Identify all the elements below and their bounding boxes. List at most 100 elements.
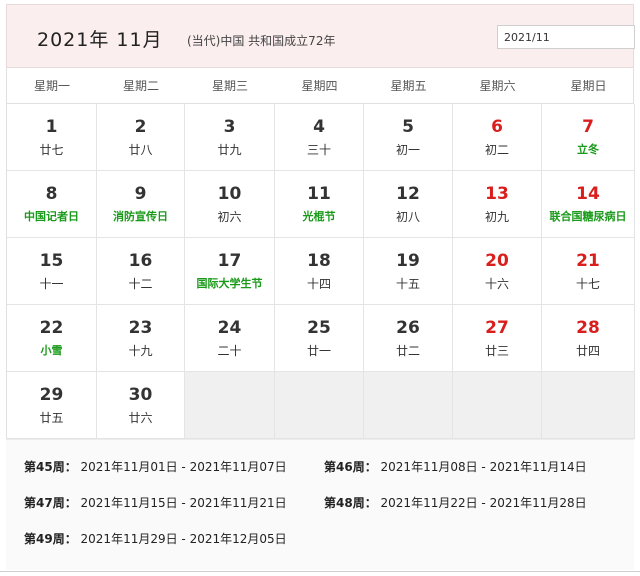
day-cell[interactable]: 18 十四 [275,238,364,305]
empty-day-cell [275,372,364,439]
lunar-date: 十九 [128,344,153,358]
day-cell[interactable]: 2 廿八 [97,104,185,171]
day-number: 7 [582,117,594,137]
empty-day-cell [542,372,635,439]
day-cell[interactable]: 23 十九 [97,305,185,372]
week-row: 第49周： 2021年11月29日 - 2021年12月05日 [24,530,287,547]
day-cell[interactable]: 1 廿七 [7,104,97,171]
solar-term: 立冬 [577,143,599,156]
week-number-label: 第49周： [24,532,77,546]
day-cell[interactable]: 7 立冬 [542,104,635,171]
empty-day-cell [364,372,453,439]
week-number-label: 第46周： [324,460,377,474]
weekday-label: 星期六 [479,79,516,93]
day-cell[interactable]: 26 廿二 [364,305,453,372]
day-number: 28 [576,318,600,338]
lunar-date: 初一 [395,143,420,157]
day-number: 18 [307,251,331,271]
day-grid: 1 廿七 2 廿八 3 廿九 4 三十 5 初一 6 初二 7 立冬 8 中国记者日 9 消防宣传… [6,104,635,439]
day-number: 22 [39,318,64,338]
day-cell[interactable]: 8 中国记者日 [7,171,97,238]
day-number: 12 [396,184,420,204]
day-cell[interactable]: 9 消防宣传日 [97,171,185,238]
day-cell[interactable]: 12 初八 [364,171,453,238]
day-number: 26 [396,318,420,338]
weekday-label: 星期五 [390,79,427,93]
day-cell[interactable]: 25 廿一 [275,305,364,372]
day-number: 6 [491,117,503,137]
week-row: 第48周： 2021年11月22日 - 2021年11月28日 [324,494,587,511]
day-cell[interactable]: 14 联合国糖尿病日 [542,171,635,238]
era-subtitle: (当代)中国 共和国成立72年 [187,34,336,48]
week-summary-panel: 第45周： 2021年11月01日 - 2021年11月07日 第46周： 20… [6,439,634,570]
week-number-label: 第45周： [24,460,77,474]
day-cell[interactable]: 27 廿三 [453,305,542,372]
week-number-label: 第47周： [24,496,77,510]
day-cell[interactable]: 3 廿九 [185,104,275,171]
day-number: 8 [45,184,58,204]
day-number: 4 [313,117,325,137]
day-number: 11 [307,184,331,204]
day-cell[interactable]: 29 廿五 [7,372,97,439]
day-cell[interactable]: 28 廿四 [542,305,635,372]
day-number: 17 [217,251,242,271]
day-number: 25 [307,318,331,338]
day-number: 10 [217,184,242,204]
day-number: 15 [39,251,64,271]
day-cell[interactable]: 11 光棍节 [275,171,364,238]
lunar-date: 十七 [575,277,600,291]
lunar-date: 初二 [484,143,509,157]
day-cell[interactable]: 6 初二 [453,104,542,171]
lunar-date: 初六 [217,210,242,224]
lunar-date: 廿一 [306,344,331,358]
day-cell[interactable]: 15 十一 [7,238,97,305]
lunar-date: 廿九 [217,143,242,157]
week-row: 第46周： 2021年11月08日 - 2021年11月14日 [324,458,587,475]
festival-label: 光棍节 [302,210,336,223]
lunar-date: 廿七 [39,143,64,157]
week-row: 第45周： 2021年11月01日 - 2021年11月07日 [24,458,287,475]
week-date-range: 2021年11月08日 - 2021年11月14日 [380,460,587,474]
weekday-label: 星期三 [211,79,248,93]
day-number: 14 [576,184,600,204]
weekday-header-row: 星期一 星期二 星期三 星期四 星期五 星期六 星期日 [6,67,634,104]
day-number: 3 [223,117,236,137]
weekday-label: 星期四 [301,79,338,93]
calendar-widget: 2021年 11月 (当代)中国 共和国成立72年 星期一 星期二 星期三 星期… [6,4,635,570]
day-cell[interactable]: 4 三十 [275,104,364,171]
day-cell[interactable]: 17 国际大学生节 [185,238,275,305]
day-number: 9 [134,184,147,204]
day-cell[interactable]: 22 小雪 [7,305,97,372]
day-cell[interactable]: 30 廿六 [97,372,185,439]
day-cell[interactable]: 24 二十 [185,305,275,372]
festival-label: 中国记者日 [24,210,79,223]
day-number: 16 [128,251,153,271]
weekday-label: 星期日 [570,79,607,93]
day-cell[interactable]: 10 初六 [185,171,275,238]
lunar-date: 二十 [217,344,242,358]
week-date-range: 2021年11月15日 - 2021年11月21日 [80,496,287,510]
date-picker-input[interactable] [497,25,635,49]
calendar-header: 2021年 11月 (当代)中国 共和国成立72年 [6,4,635,67]
lunar-date: 廿五 [39,411,64,425]
day-number: 24 [217,318,242,338]
day-number: 21 [576,251,600,271]
week-date-range: 2021年11月22日 - 2021年11月28日 [380,496,587,510]
month-title: 2021年 11月 [37,29,163,51]
empty-day-cell [453,372,542,439]
day-number: 19 [396,251,420,271]
empty-day-cell [185,372,275,439]
lunar-date: 三十 [306,143,331,157]
day-cell[interactable]: 5 初一 [364,104,453,171]
day-number: 27 [485,318,509,338]
day-cell[interactable]: 21 十七 [542,238,635,305]
day-number: 2 [134,117,147,137]
solar-term: 小雪 [40,344,63,357]
lunar-date: 廿三 [484,344,509,358]
day-cell[interactable]: 13 初九 [453,171,542,238]
day-cell[interactable]: 19 十五 [364,238,453,305]
day-cell[interactable]: 16 十二 [97,238,185,305]
lunar-date: 十四 [306,277,331,291]
day-number: 1 [45,117,58,137]
day-cell[interactable]: 20 十六 [453,238,542,305]
